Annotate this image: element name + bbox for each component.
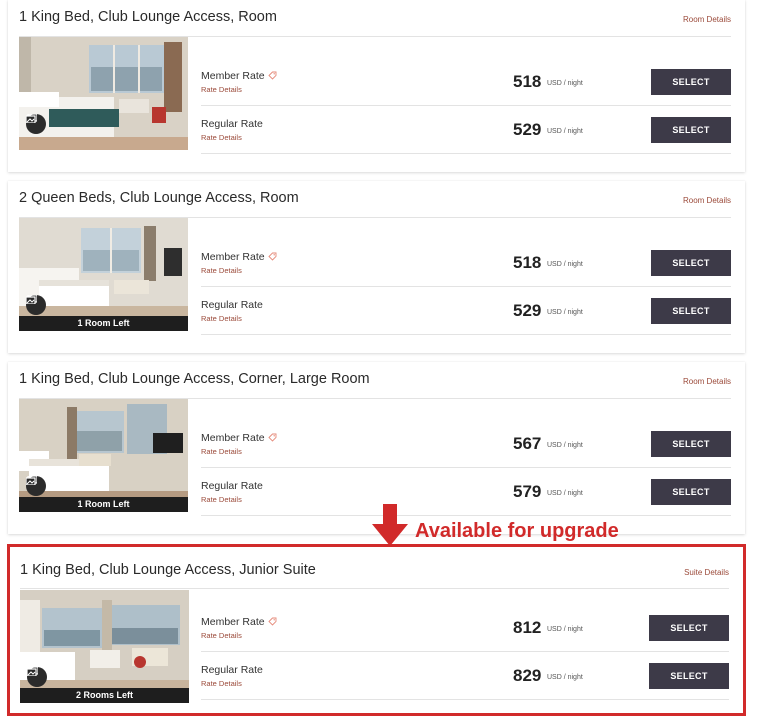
room-details-link[interactable]: Room Details	[683, 15, 731, 24]
rate-name: Regular Rate	[201, 480, 263, 492]
room-photo-image	[19, 399, 188, 512]
gallery-button[interactable]	[26, 295, 46, 315]
rate-row-member: Member Rate Rate Details 518 USD / night…	[201, 239, 731, 287]
room-photo[interactable]	[19, 37, 188, 150]
member-tag-icon	[267, 433, 277, 445]
price-unit: USD / night	[547, 261, 583, 268]
room-photo[interactable]: 1 Room Left	[19, 399, 188, 512]
price-unit: USD / night	[547, 626, 583, 633]
select-button[interactable]: SELECT	[651, 117, 731, 143]
gallery-button[interactable]	[26, 476, 46, 496]
rate-name: Regular Rate	[201, 664, 263, 676]
rate-details-link[interactable]: Rate Details	[201, 631, 242, 640]
divider	[201, 334, 731, 335]
divider	[201, 153, 731, 154]
rate-row-regular: Regular Rate Rate Details 829 USD / nigh…	[201, 652, 729, 700]
room-title: 1 King Bed, Club Lounge Access, Room	[19, 9, 277, 25]
select-button[interactable]: SELECT	[651, 431, 731, 457]
rate-details-link[interactable]: Rate Details	[201, 314, 242, 323]
rate-details-link[interactable]: Rate Details	[201, 495, 242, 504]
divider	[201, 699, 729, 700]
rate-name: Member Rate	[201, 251, 277, 264]
rate-details-link[interactable]: Rate Details	[201, 447, 242, 456]
price: 567	[513, 434, 542, 453]
room-photo-image	[19, 218, 188, 331]
room-card-2: 2 Queen Beds, Club Lounge Access, Room R…	[8, 181, 745, 353]
room-title: 2 Queen Beds, Club Lounge Access, Room	[19, 190, 299, 206]
room-photo-image	[19, 37, 188, 150]
price: 518	[513, 253, 542, 272]
divider	[201, 515, 731, 516]
price-unit: USD / night	[547, 309, 583, 316]
price: 529	[513, 301, 542, 320]
select-button[interactable]: SELECT	[651, 298, 731, 324]
rate-details-link[interactable]: Rate Details	[201, 133, 242, 142]
room-details-link[interactable]: Room Details	[683, 377, 731, 386]
rate-name: Regular Rate	[201, 299, 263, 311]
suite-details-link[interactable]: Suite Details	[684, 568, 729, 577]
room-photo[interactable]: 2 Rooms Left	[20, 590, 189, 703]
rooms-left-badge: 1 Room Left	[19, 316, 188, 331]
room-details-link[interactable]: Room Details	[683, 196, 731, 205]
room-card-1: 1 King Bed, Club Lounge Access, Room Roo…	[8, 0, 745, 172]
price-unit: USD / night	[547, 674, 583, 681]
price: 518	[513, 72, 542, 91]
rate-row-member: Member Rate Rate Details 567 USD / night…	[201, 420, 731, 468]
room-photo-image	[20, 590, 189, 703]
member-tag-icon	[267, 617, 277, 629]
upgrade-annotation: Available for upgrade	[415, 520, 619, 542]
price-unit: USD / night	[547, 490, 583, 497]
gallery-button[interactable]	[26, 114, 46, 134]
rate-row-regular: Regular Rate Rate Details 579 USD / nigh…	[201, 468, 731, 516]
divider	[20, 588, 729, 589]
select-button[interactable]: SELECT	[651, 250, 731, 276]
rate-row-regular: Regular Rate Rate Details 529 USD / nigh…	[201, 106, 731, 154]
price-unit: USD / night	[547, 80, 583, 87]
price-unit: USD / night	[547, 128, 583, 135]
member-tag-icon	[267, 71, 277, 83]
rate-name: Member Rate	[201, 616, 277, 629]
price: 529	[513, 120, 542, 139]
rate-row-regular: Regular Rate Rate Details 529 USD / nigh…	[201, 287, 731, 335]
room-card-4: 1 King Bed, Club Lounge Access, Junior S…	[7, 544, 746, 716]
room-title: 1 King Bed, Club Lounge Access, Corner, …	[19, 371, 370, 387]
room-photo[interactable]: 1 Room Left	[19, 218, 188, 331]
select-button[interactable]: SELECT	[649, 663, 729, 689]
rate-details-link[interactable]: Rate Details	[201, 266, 242, 275]
rate-details-link[interactable]: Rate Details	[201, 679, 242, 688]
select-button[interactable]: SELECT	[649, 615, 729, 641]
rate-name: Member Rate	[201, 432, 277, 445]
price: 812	[513, 618, 542, 637]
price: 829	[513, 666, 542, 685]
gallery-button[interactable]	[27, 667, 47, 687]
select-button[interactable]: SELECT	[651, 479, 731, 505]
select-button[interactable]: SELECT	[651, 69, 731, 95]
rooms-left-badge: 1 Room Left	[19, 497, 188, 512]
rate-name: Regular Rate	[201, 118, 263, 130]
rate-row-member: Member Rate Rate Details 812 USD / night…	[201, 604, 729, 652]
rate-details-link[interactable]: Rate Details	[201, 85, 242, 94]
rate-name: Member Rate	[201, 70, 277, 83]
price-unit: USD / night	[547, 442, 583, 449]
room-title: 1 King Bed, Club Lounge Access, Junior S…	[20, 562, 316, 578]
rate-row-member: Member Rate Rate Details 518 USD / night…	[201, 58, 731, 106]
member-tag-icon	[267, 252, 277, 264]
rooms-left-badge: 2 Rooms Left	[20, 688, 189, 703]
price: 579	[513, 482, 542, 501]
